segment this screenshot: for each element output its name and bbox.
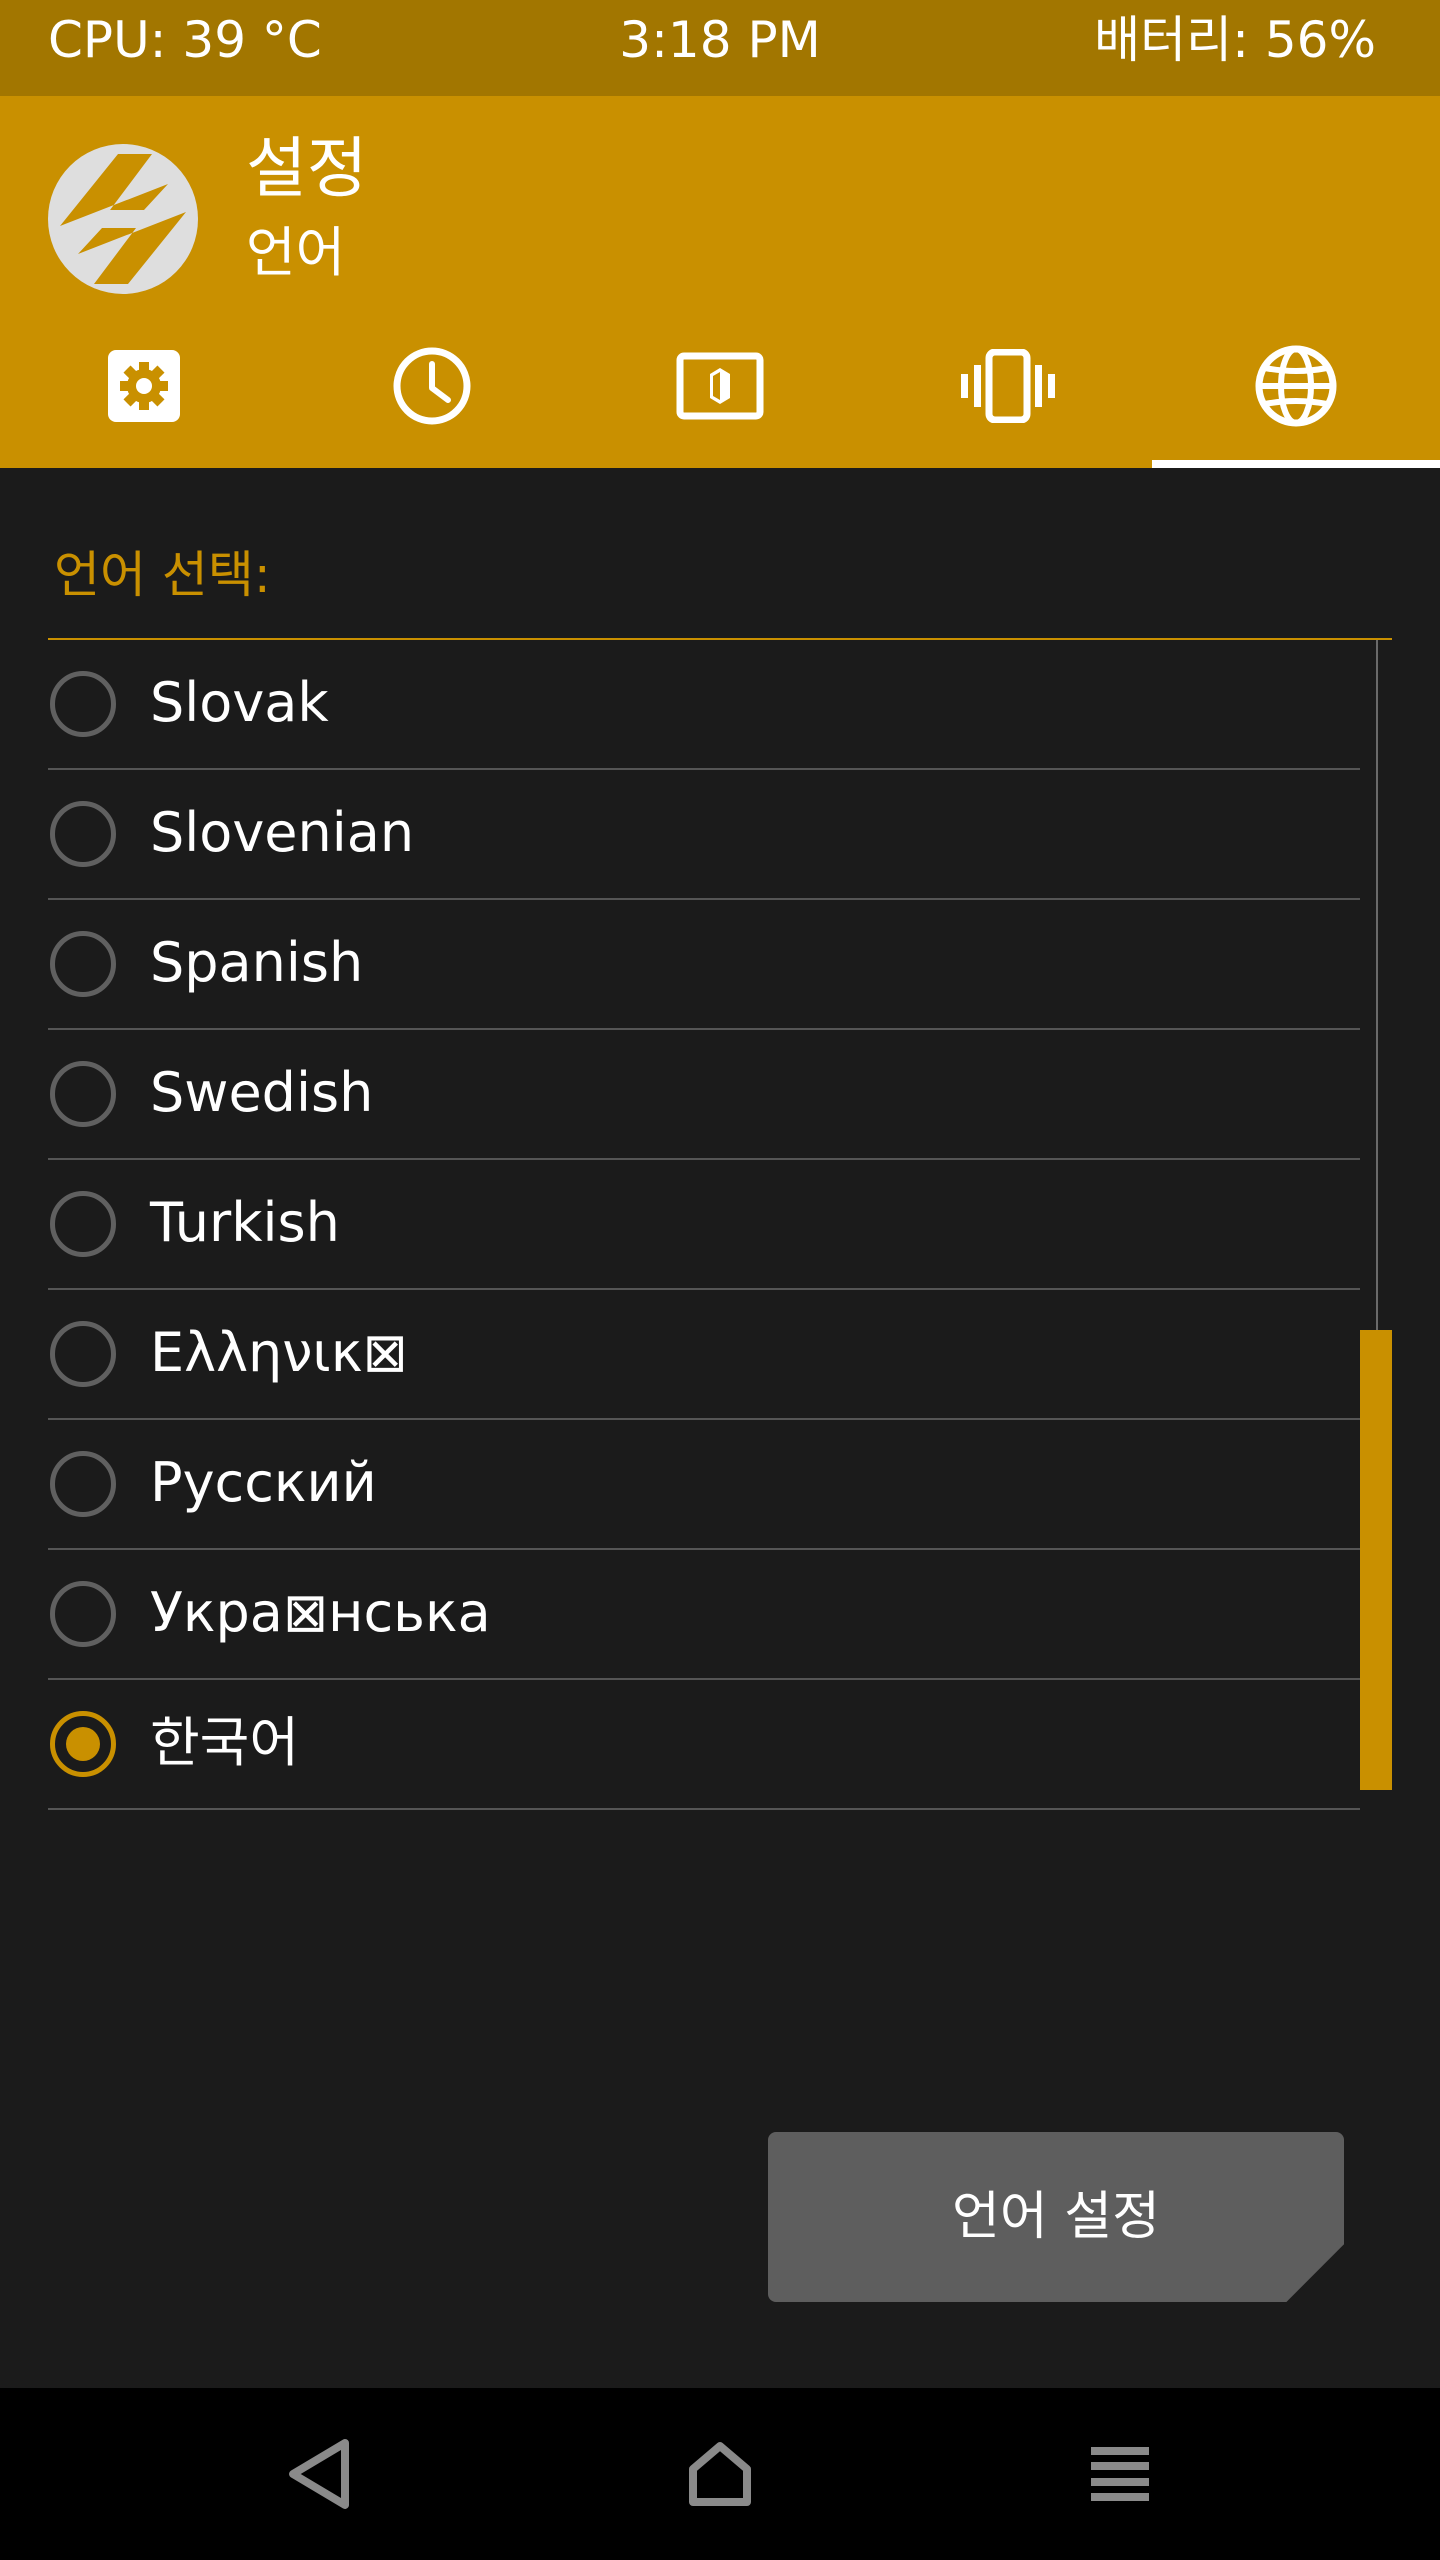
menu-lines-icon bbox=[1091, 2447, 1149, 2501]
radio-button[interactable] bbox=[50, 1581, 116, 1647]
globe-icon bbox=[1255, 345, 1337, 427]
radio-button[interactable] bbox=[50, 671, 116, 737]
tab-time[interactable] bbox=[288, 304, 576, 468]
list-item-language-slovak[interactable]: Slovak bbox=[48, 640, 1360, 770]
radio-button[interactable] bbox=[50, 931, 116, 997]
list-item-language-korean[interactable]: 한국어 bbox=[48, 1680, 1360, 1810]
language-label: Slovenian bbox=[150, 801, 415, 864]
list-item-language-ukrainian[interactable]: Укра⊠нська bbox=[48, 1550, 1360, 1680]
radio-button[interactable] bbox=[50, 1321, 116, 1387]
list-item-language-swedish[interactable]: Swedish bbox=[48, 1030, 1360, 1160]
gear-icon bbox=[108, 350, 180, 422]
radio-button-selected[interactable] bbox=[50, 1711, 116, 1777]
vibration-icon bbox=[961, 349, 1055, 423]
set-language-button[interactable]: 언어 설정 bbox=[768, 2132, 1344, 2302]
language-list[interactable]: Slovak Slovenian Spanish Swedish Turkish… bbox=[48, 640, 1360, 1810]
home-button[interactable] bbox=[620, 2388, 820, 2560]
tab-screen[interactable] bbox=[576, 304, 864, 468]
set-language-button-label: 언어 설정 bbox=[952, 2187, 1160, 2247]
status-bar: CPU: 39 °C 3:18 PM 배터리: 56% bbox=[0, 0, 1440, 96]
tab-language[interactable] bbox=[1152, 304, 1440, 468]
back-triangle-icon bbox=[289, 2439, 349, 2509]
language-label: Укра⊠нська bbox=[150, 1581, 491, 1644]
language-label: Slovak bbox=[150, 671, 329, 734]
tab-vibration[interactable] bbox=[864, 304, 1152, 468]
back-button[interactable] bbox=[220, 2388, 420, 2560]
home-icon bbox=[689, 2442, 751, 2506]
language-label: 한국어 bbox=[150, 1711, 300, 1774]
scrollbar-thumb[interactable] bbox=[1360, 1330, 1392, 1790]
radio-button[interactable] bbox=[50, 1451, 116, 1517]
list-item-language-slovenian[interactable]: Slovenian bbox=[48, 770, 1360, 900]
language-label: Ελληνικ⊠ bbox=[150, 1321, 408, 1384]
language-section-label: 언어 선택: bbox=[54, 546, 271, 604]
list-item-language-spanish[interactable]: Spanish bbox=[48, 900, 1360, 1030]
header: 설정 언어 bbox=[0, 96, 1440, 468]
battery-level: 배터리: 56% bbox=[1094, 11, 1376, 69]
brightness-icon bbox=[676, 352, 764, 420]
selected-tab-indicator bbox=[1152, 460, 1440, 468]
tab-general-settings[interactable] bbox=[0, 304, 288, 468]
language-label: Spanish bbox=[150, 931, 364, 994]
list-item-language-russian[interactable]: Русский bbox=[48, 1420, 1360, 1550]
language-label: Русский bbox=[150, 1451, 377, 1514]
language-label: Swedish bbox=[150, 1061, 374, 1124]
twrp-logo-icon bbox=[48, 144, 198, 294]
radio-button[interactable] bbox=[50, 1191, 116, 1257]
radio-button[interactable] bbox=[50, 801, 116, 867]
page-subtitle: 언어 bbox=[246, 221, 346, 284]
menu-button[interactable] bbox=[1020, 2388, 1220, 2560]
clock-icon bbox=[393, 347, 471, 425]
navigation-bar bbox=[0, 2388, 1440, 2560]
list-item-language-turkish[interactable]: Turkish bbox=[48, 1160, 1360, 1290]
radio-button[interactable] bbox=[50, 1061, 116, 1127]
language-label: Turkish bbox=[150, 1191, 340, 1254]
page-title: 설정 bbox=[246, 130, 368, 207]
list-item-language-greek[interactable]: Ελληνικ⊠ bbox=[48, 1290, 1360, 1420]
